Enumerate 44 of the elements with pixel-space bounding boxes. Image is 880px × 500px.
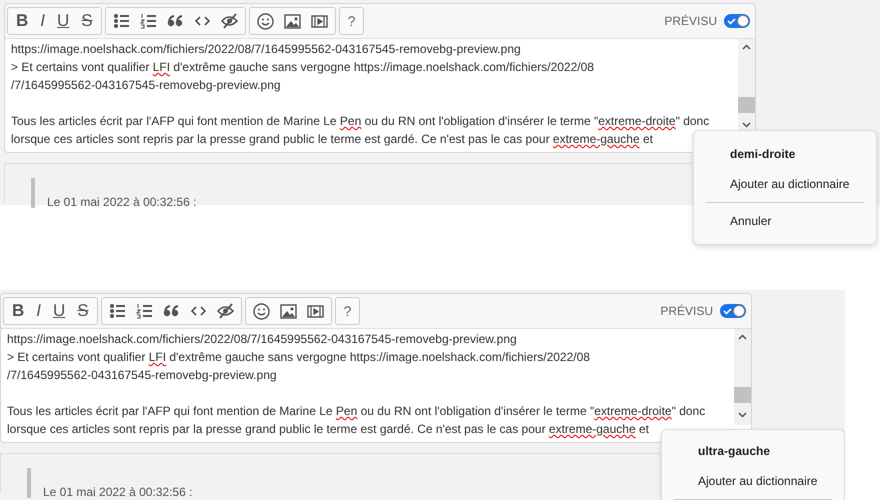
- picture-icon[interactable]: [284, 12, 301, 30]
- preview-toggle[interactable]: [724, 14, 750, 28]
- numbered-list-icon[interactable]: [136, 302, 153, 320]
- eye-slash-icon[interactable]: [216, 302, 234, 320]
- bullet-list-icon[interactable]: [108, 302, 126, 320]
- numbered-list-icon[interactable]: [140, 12, 157, 30]
- eye-slash-icon[interactable]: [220, 12, 238, 30]
- scrollbar-drawing[interactable]: [734, 329, 751, 425]
- help-button[interactable]: ?: [340, 301, 354, 321]
- text-line: Tous les articles écrit par l'AFP qui font mention de Marine Le Pen ou du RN ont l'obligation d'insérer le terme "extreme-droite" donc: [11, 113, 710, 130]
- italic-button[interactable]: I: [33, 301, 44, 321]
- text-line: > Et certains vont qualifier LFI d'extrême gauche sans vergogne https://image.noelshack.com/fichiers/2022/08: [11, 59, 595, 76]
- film-icon[interactable]: [310, 12, 328, 30]
- menu-item[interactable]: Ajouter au dictionnaire: [662, 466, 844, 496]
- bold-button[interactable]: B: [13, 11, 32, 31]
- film-icon[interactable]: [306, 302, 324, 320]
- smiley-icon[interactable]: [256, 12, 274, 30]
- text-line: https://image.noelshack.com/fichiers/2022/08/7/1645995562-043167545-removebg-preview.png: [7, 331, 518, 348]
- underline-button[interactable]: U: [54, 11, 72, 31]
- bullet-list-icon[interactable]: [112, 12, 130, 30]
- smiley-icon[interactable]: [252, 302, 270, 320]
- italic-button[interactable]: I: [37, 11, 48, 31]
- quote-date: Le 01 mai 2022 à 00:32:56 :: [43, 485, 192, 499]
- strikethrough-button[interactable]: S: [78, 11, 96, 31]
- preview-label: PRÉVISU: [660, 304, 713, 318]
- suggestion-item[interactable]: demi-droite: [694, 139, 876, 169]
- quote-date: Le 01 mai 2022 à 00:32:56 :: [47, 195, 196, 209]
- strikethrough-button[interactable]: S: [74, 301, 92, 321]
- help-button[interactable]: ?: [344, 11, 358, 31]
- menu-item[interactable]: Ajouter au dictionnaire: [694, 169, 876, 199]
- text-line: /7/1645995562-043167545-removebg-preview.png: [11, 77, 282, 94]
- preview-label: PRÉVISU: [664, 14, 717, 28]
- suggestion-item[interactable]: ultra-gauche: [662, 436, 844, 466]
- underline-button[interactable]: U: [50, 301, 68, 321]
- text-line: lorsque ces articles sont repris par la presse grand public le terme est gardé. Ce n'est pas le cas pour extreme-gauche et: [11, 131, 654, 148]
- text-line: lorsque ces articles sont repris par la presse grand public le terme est gardé. Ce n'est pas le cas pour extreme-gauche et: [7, 421, 650, 438]
- text-line: /7/1645995562-043167545-removebg-preview.png: [7, 367, 278, 384]
- menu-item[interactable]: Annuler: [694, 206, 876, 236]
- text-line: https://image.noelshack.com/fichiers/2022/08/7/1645995562-043167545-removebg-preview.png: [11, 41, 522, 58]
- picture-icon[interactable]: [280, 302, 297, 320]
- text-line: > Et certains vont qualifier LFI d'extrême gauche sans vergogne https://image.noelshack.com/fichiers/2022/08: [7, 349, 591, 366]
- text-line: Tous les articles écrit par l'AFP qui font mention de Marine Le Pen ou du RN ont l'obligation d'insérer le terme "extreme-droite" donc: [7, 403, 706, 420]
- preview-toggle[interactable]: [720, 304, 746, 318]
- bold-button[interactable]: B: [9, 301, 28, 321]
